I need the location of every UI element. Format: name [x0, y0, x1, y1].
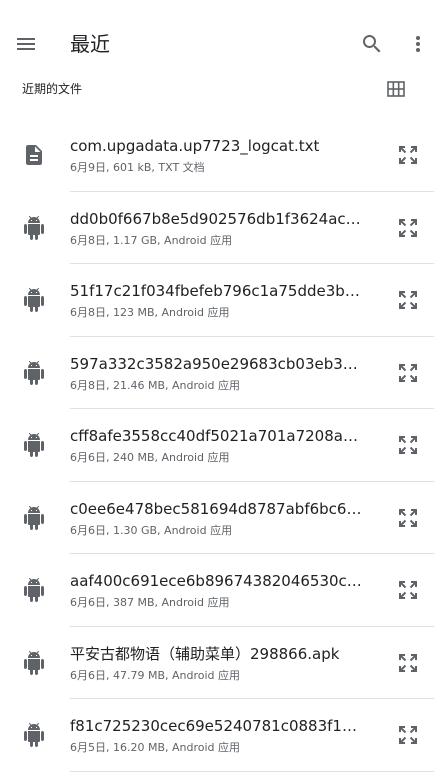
- file-list-item[interactable]: 597a332c3582a950e29683cb03eb3d3… 6月8日, 2…: [0, 337, 434, 410]
- more-vertical-icon: [406, 32, 430, 56]
- recent-files-list: com.upgadata.up7723_logcat.txt 6月9日, 601…: [0, 119, 434, 772]
- file-meta: 6月8日, 1.17 GB, Android 应用: [70, 233, 233, 247]
- file-list-item[interactable]: com.upgadata.up7723_logcat.txt 6月9日, 601…: [0, 119, 434, 192]
- file-name: aaf400c691ece6b89674382046530cc…: [70, 572, 362, 590]
- expand-icon: [396, 143, 420, 167]
- expand-button[interactable]: [392, 719, 424, 751]
- expand-button[interactable]: [392, 647, 424, 679]
- page-title: 最近: [70, 32, 110, 56]
- file-name: f81c725230cec69e5240781c0883f151…: [70, 717, 362, 735]
- android-icon: [22, 360, 46, 385]
- menu-icon: [14, 32, 38, 56]
- file-list-item[interactable]: cff8afe3558cc40df5021a701a7208a6.… 6月6日,…: [0, 409, 434, 482]
- expand-icon: [396, 216, 420, 240]
- file-name: dd0b0f667b8e5d902576db1f3624ac61…: [70, 209, 362, 228]
- file-meta: 6月6日, 240 MB, Android 应用: [70, 451, 230, 464]
- menu-button[interactable]: [8, 26, 44, 62]
- app-bar: 最近: [0, 0, 434, 88]
- file-name: 平安古都物语（辅助菜单）298866.apk: [70, 644, 340, 663]
- expand-icon: [396, 723, 420, 747]
- file-list-item[interactable]: dd0b0f667b8e5d902576db1f3624ac61… 6月8日, …: [0, 192, 434, 265]
- expand-icon: [396, 433, 420, 457]
- file-meta: 6月6日, 47.79 MB, Android 应用: [70, 668, 241, 682]
- android-icon: [22, 723, 46, 747]
- file-list-item[interactable]: aaf400c691ece6b89674382046530cc… 6月6日, 3…: [0, 554, 434, 627]
- expand-icon: [396, 288, 420, 312]
- expand-icon: [396, 651, 420, 675]
- expand-button[interactable]: [392, 284, 424, 316]
- file-name: 597a332c3582a950e29683cb03eb3d3…: [70, 354, 362, 373]
- expand-button[interactable]: [392, 429, 424, 461]
- file-meta: 6月5日, 16.20 MB, Android 应用: [70, 741, 241, 754]
- file-name: c0ee6e478bec581694d8787abf6bc6e…: [70, 499, 362, 518]
- file-meta: 6月8日, 21.46 MB, Android 应用: [70, 378, 241, 392]
- expand-button[interactable]: [392, 212, 424, 244]
- file-list-item[interactable]: f81c725230cec69e5240781c0883f151… 6月5日, …: [0, 699, 434, 772]
- file-meta: 6月6日, 1.30 GB, Android 应用: [70, 523, 233, 537]
- text-file-icon: [22, 143, 46, 167]
- expand-button[interactable]: [392, 502, 424, 534]
- more-options-button[interactable]: [400, 26, 434, 62]
- grid-view-icon: [386, 79, 406, 99]
- section-label-recent-files: 近期的文件: [22, 82, 83, 96]
- search-button[interactable]: [354, 26, 390, 62]
- file-list-item[interactable]: 平安古都物语（辅助菜单）298866.apk 6月6日, 47.79 MB, A…: [0, 627, 434, 700]
- expand-icon: [396, 361, 420, 385]
- expand-icon: [396, 506, 420, 530]
- file-meta: 6月8日, 123 MB, Android 应用: [70, 306, 230, 319]
- android-icon: [22, 215, 46, 240]
- file-list-item[interactable]: 51f17c21f034fbefeb796c1a75dde3bf.… 6月8日,…: [0, 264, 434, 337]
- grid-view-button[interactable]: [378, 71, 414, 107]
- android-icon: [22, 288, 46, 312]
- android-icon: [22, 650, 46, 675]
- expand-button[interactable]: [392, 139, 424, 171]
- file-list-item[interactable]: c0ee6e478bec581694d8787abf6bc6e… 6月6日, 1…: [0, 482, 434, 555]
- file-meta: 6月6日, 387 MB, Android 应用: [70, 596, 230, 609]
- expand-button[interactable]: [392, 357, 424, 389]
- expand-button[interactable]: [392, 574, 424, 606]
- android-icon: [22, 505, 46, 530]
- file-name: 51f17c21f034fbefeb796c1a75dde3bf.…: [70, 282, 362, 300]
- search-icon: [360, 32, 384, 56]
- file-name: cff8afe3558cc40df5021a701a7208a6.…: [70, 427, 362, 445]
- android-icon: [22, 433, 46, 457]
- file-meta: 6月9日, 601 kB, TXT 文档: [70, 161, 205, 174]
- file-name: com.upgadata.up7723_logcat.txt: [70, 137, 320, 155]
- android-icon: [22, 578, 46, 602]
- expand-icon: [396, 578, 420, 602]
